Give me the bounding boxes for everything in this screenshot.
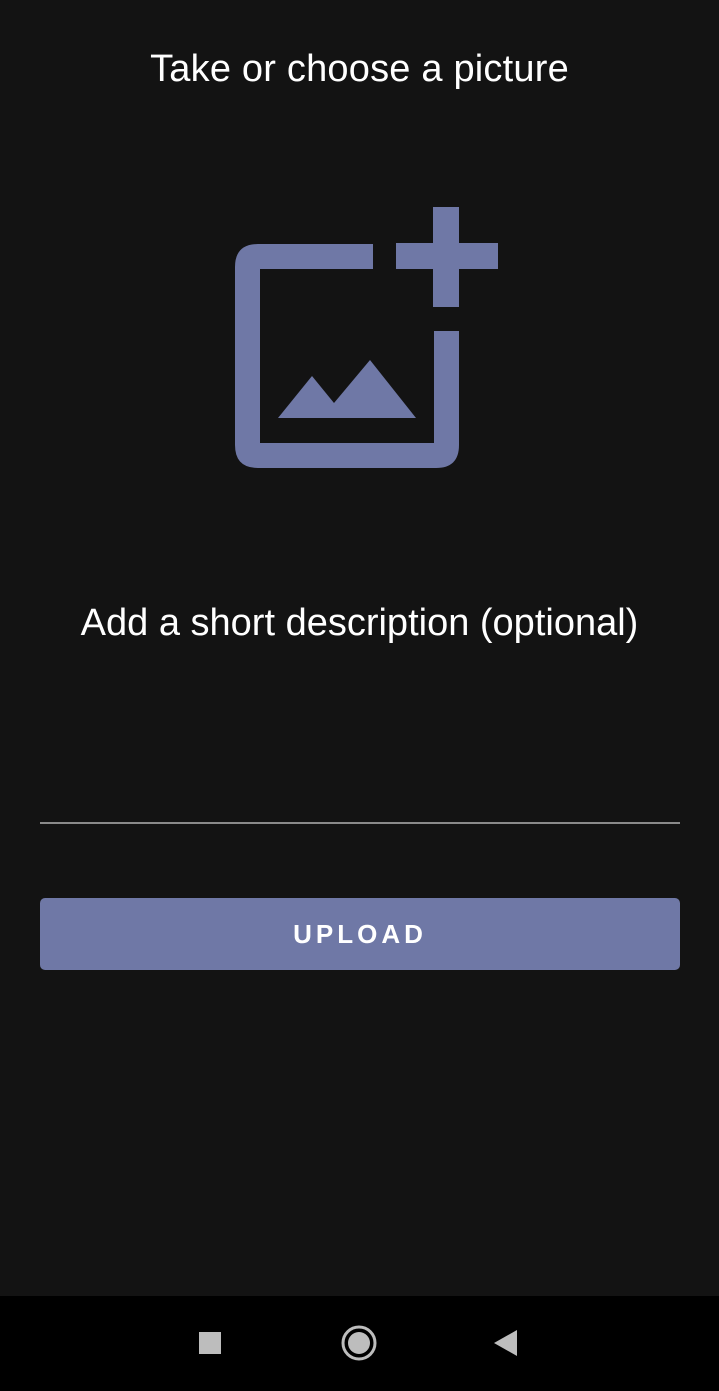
description-label: Add a short description (optional) [80, 602, 639, 644]
system-navigation-bar [0, 1296, 719, 1391]
recents-square-icon[interactable] [185, 1318, 235, 1368]
home-circle-icon[interactable] [334, 1318, 384, 1368]
add-photo-icon[interactable] [230, 200, 505, 475]
back-triangle-icon[interactable] [481, 1318, 531, 1368]
page-title: Take or choose a picture [150, 48, 569, 90]
upload-button[interactable]: UPLOAD [40, 898, 680, 970]
picture-upload-screen: Take or choose a picture Add a short des… [0, 0, 719, 1391]
description-input[interactable] [40, 760, 680, 824]
